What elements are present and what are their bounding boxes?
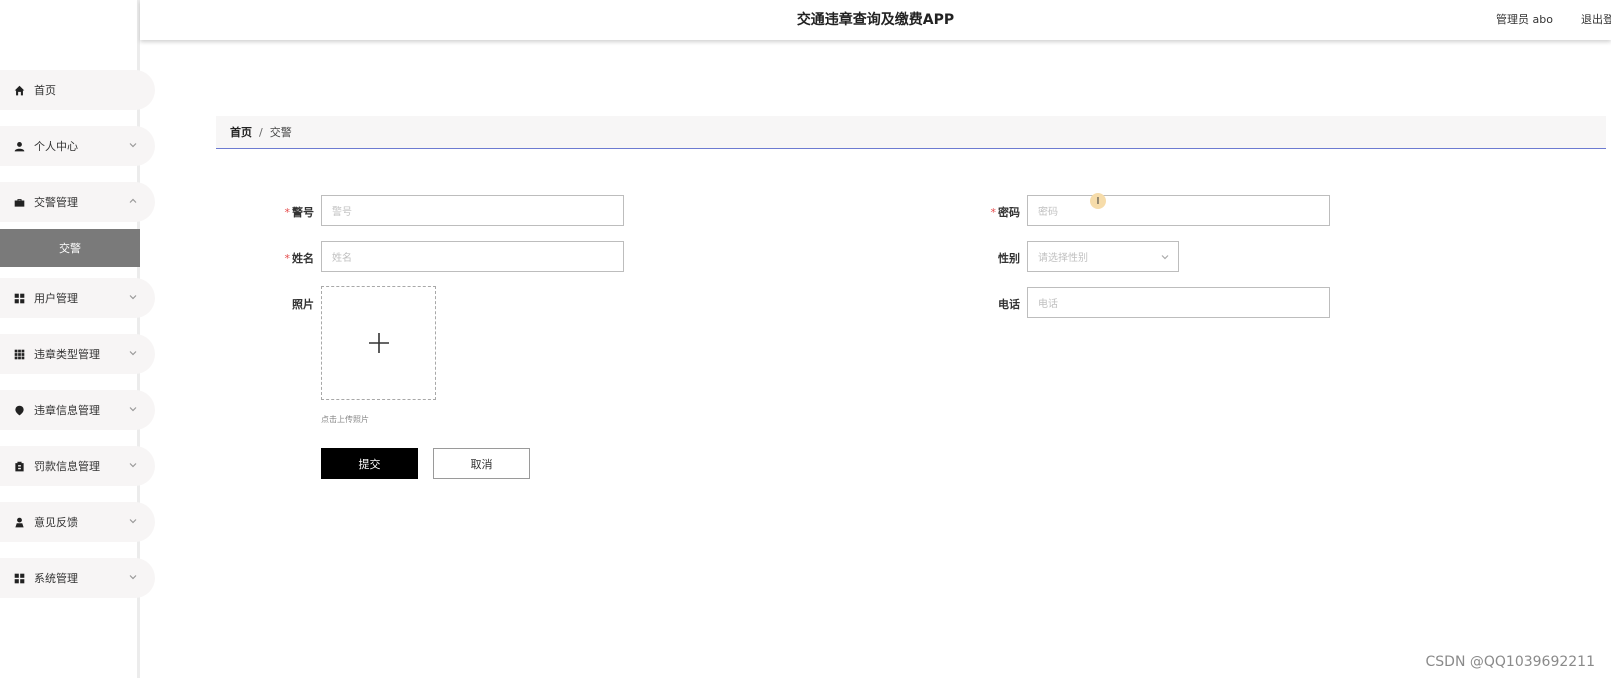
grid-icon xyxy=(12,291,26,305)
placeholder-text: 警号 xyxy=(332,207,352,218)
cancel-button[interactable]: 取消 xyxy=(433,448,530,479)
sidebar-subitem-police[interactable]: 交警 xyxy=(0,229,140,267)
placeholder-text: 请选择性别 xyxy=(1038,253,1088,264)
sidebar-item-personal-center[interactable]: 个人中心 xyxy=(0,126,155,166)
upload-hint: 点击上传照片 xyxy=(321,415,369,424)
placeholder-text: 姓名 xyxy=(332,253,352,264)
briefcase-icon xyxy=(12,195,26,209)
sidebar-item-label: 意见反馈 xyxy=(34,516,78,529)
sidebar-item-label: 个人中心 xyxy=(34,140,78,153)
sidebar-item-label: 用户管理 xyxy=(34,292,78,305)
clipboard-icon xyxy=(12,459,26,473)
chevron-down-icon xyxy=(128,348,138,358)
breadcrumb-current: 交警 xyxy=(269,126,292,139)
sidebar-item-feedback[interactable]: 意见反馈 xyxy=(0,502,155,542)
photo-label: 照片 xyxy=(292,298,314,311)
name-input[interactable]: 姓名 xyxy=(321,241,624,272)
top-bar: 交通违章查询及缴费APP 管理员 abo 退出登录 xyxy=(140,0,1611,40)
password-label: * 密码 xyxy=(990,206,1021,219)
password-input[interactable]: 密码 xyxy=(1027,195,1330,226)
submit-button[interactable]: 提交 xyxy=(321,448,418,479)
sidebar-item-label: 违章类型管理 xyxy=(34,348,100,361)
plus-icon xyxy=(368,333,389,353)
chevron-down-icon xyxy=(128,292,138,302)
placeholder-text: 电话 xyxy=(1038,299,1058,310)
name-label: * 姓名 xyxy=(284,252,315,265)
required-mark: * xyxy=(284,206,291,219)
apps-icon xyxy=(12,347,26,361)
sidebar-item-fine-info-management[interactable]: 罚款信息管理 xyxy=(0,446,155,486)
badge-number-input[interactable]: 警号 xyxy=(321,195,624,226)
gender-select[interactable]: 请选择性别 xyxy=(1027,241,1179,272)
chevron-up-icon xyxy=(128,196,138,206)
sidebar-item-label: 违章信息管理 xyxy=(34,404,100,417)
breadcrumb-home[interactable]: 首页 xyxy=(230,124,252,140)
sidebar-item-police-management[interactable]: 交警管理 xyxy=(0,182,155,222)
chevron-down-icon xyxy=(128,140,138,150)
app-title: 交通违章查询及缴费APP xyxy=(796,12,955,28)
sidebar-item-label: 交警管理 xyxy=(34,196,78,209)
logout-link[interactable]: 退出登录 xyxy=(1581,11,1611,27)
sidebar: 首页 个人中心 交警管理 交警 用户管理 违章类型管理 违章信息管理 罚款信息管… xyxy=(0,0,155,678)
sidebar-item-label: 罚款信息管理 xyxy=(34,460,100,473)
sidebar-item-system-management[interactable]: 系统管理 xyxy=(0,558,155,598)
breadcrumb-separator: / xyxy=(259,125,263,139)
location-icon xyxy=(12,403,26,417)
breadcrumb: 首页 / 交警 xyxy=(216,116,1606,149)
required-mark: * xyxy=(284,252,291,265)
home-icon xyxy=(12,83,26,97)
grid-icon xyxy=(12,571,26,585)
sidebar-item-user-management[interactable]: 用户管理 xyxy=(0,278,155,318)
placeholder-text: 密码 xyxy=(1038,207,1058,218)
watermark: CSDN @QQ1039692211 xyxy=(1425,654,1595,670)
chevron-down-icon xyxy=(128,404,138,414)
admin-user-label: 管理员 abo xyxy=(1496,13,1553,26)
phone-input[interactable]: 电话 xyxy=(1027,287,1330,318)
photo-upload-box[interactable] xyxy=(321,286,436,400)
person-icon xyxy=(12,515,26,529)
user-icon xyxy=(12,139,26,153)
chevron-down-icon xyxy=(128,572,138,582)
phone-label: 电话 xyxy=(998,298,1020,311)
gender-label: 性别 xyxy=(998,252,1020,265)
badge-number-label: * 警号 xyxy=(284,206,315,219)
chevron-down-icon xyxy=(1160,252,1170,262)
text-cursor-icon: I xyxy=(1090,193,1106,209)
sidebar-item-violation-info-management[interactable]: 违章信息管理 xyxy=(0,390,155,430)
chevron-down-icon xyxy=(128,516,138,526)
sidebar-item-violation-type-management[interactable]: 违章类型管理 xyxy=(0,334,155,374)
sidebar-item-home[interactable]: 首页 xyxy=(0,70,155,110)
required-mark: * xyxy=(990,206,997,219)
sidebar-item-label: 系统管理 xyxy=(34,572,78,585)
sidebar-item-label: 首页 xyxy=(34,84,56,97)
chevron-down-icon xyxy=(128,460,138,470)
